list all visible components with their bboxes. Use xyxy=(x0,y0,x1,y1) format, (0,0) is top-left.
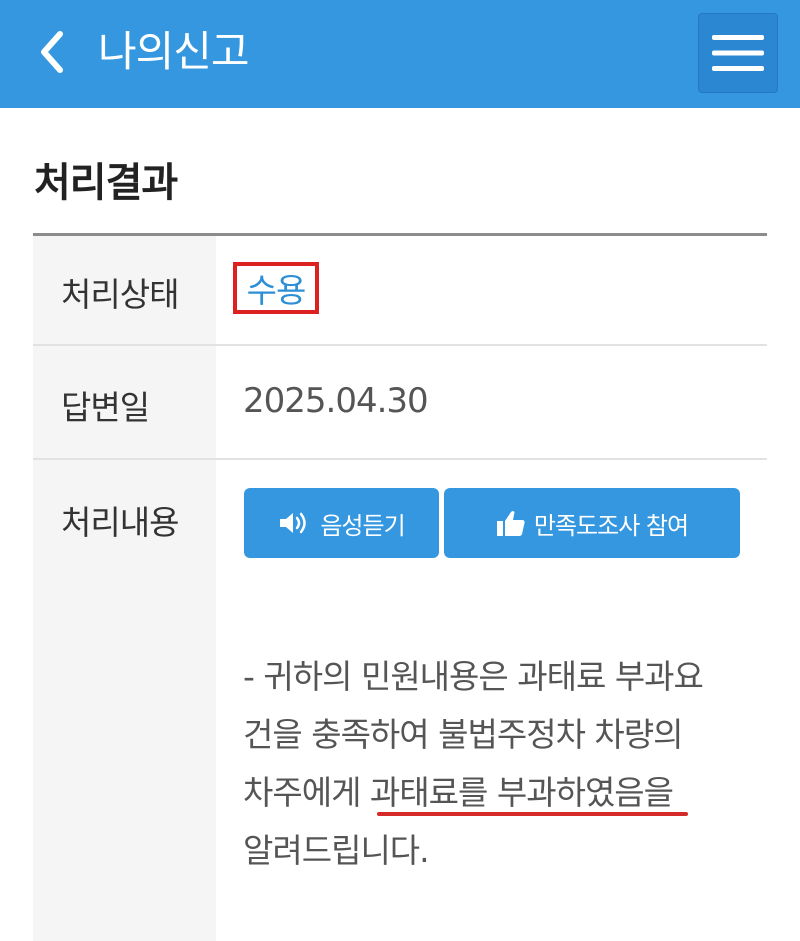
answer-date-label: 답변일 xyxy=(61,388,150,427)
page-title: 나의신고 xyxy=(98,27,250,76)
answer-date-value: 2025.04.30 xyxy=(243,381,429,421)
status-label: 처리상태 xyxy=(61,275,179,314)
chevron-left-icon xyxy=(41,31,63,73)
highlight-underline xyxy=(377,812,688,816)
hamburger-menu-icon xyxy=(712,35,764,71)
content-line: 알려드립니다. xyxy=(243,831,430,870)
menu-button[interactable] xyxy=(698,13,778,93)
section-title: 처리결과 xyxy=(34,160,178,206)
row-divider xyxy=(33,458,767,460)
back-button[interactable] xyxy=(30,26,74,78)
content-line: 건을 충족하여 불법주정차 차량의 xyxy=(243,715,684,754)
result-table: 처리상태 수용 답변일 2025.04.30 처리내용 음성듣기 만족도조사 참… xyxy=(33,233,767,941)
survey-button[interactable]: 만족도조사 참여 xyxy=(444,488,740,558)
content-text: - 귀하의 민원내용은 과태료 부과요 건을 충족하여 불법주정차 차량의 차주… xyxy=(243,648,753,880)
content-label: 처리내용 xyxy=(61,503,179,542)
listen-button-label: 음성듣기 xyxy=(320,511,405,540)
survey-button-label: 만족도조사 참여 xyxy=(533,511,689,540)
app-header: 나의신고 xyxy=(0,0,800,108)
speaker-icon xyxy=(280,512,307,534)
row-divider xyxy=(33,344,767,346)
thumbs-up-icon xyxy=(496,511,525,536)
listen-button[interactable]: 음성듣기 xyxy=(244,488,439,558)
content-line: - 귀하의 민원내용은 과태료 부과요 xyxy=(243,657,704,696)
status-badge: 수용 xyxy=(233,262,319,314)
status-value: 수용 xyxy=(246,271,307,310)
label-column xyxy=(33,236,216,941)
